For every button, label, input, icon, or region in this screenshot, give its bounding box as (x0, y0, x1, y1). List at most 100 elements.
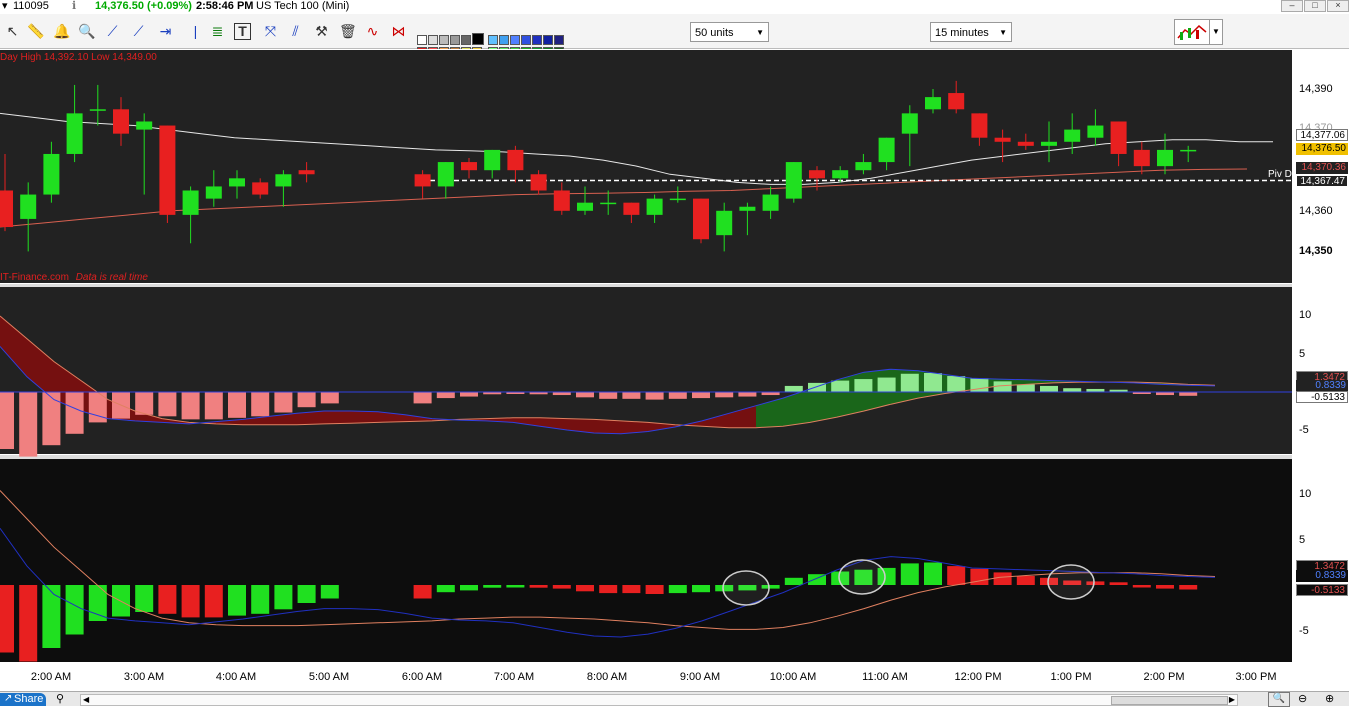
oscillator-bar (692, 392, 710, 399)
osc-tick: -5 (1299, 424, 1309, 436)
oscillator-bar (576, 392, 594, 398)
candle-body (113, 109, 129, 134)
momentum-bar (692, 585, 710, 593)
zoom-in-icon[interactable]: ⊕ (1325, 692, 1334, 705)
oscillator-bar (228, 392, 246, 418)
price-tick: 14,350 (1299, 245, 1333, 257)
chart-drawing (0, 80, 1292, 662)
oscillator-bar (645, 392, 664, 400)
osc-tag-c: -0.5133 (1296, 391, 1348, 403)
candle-body (136, 121, 153, 130)
share-icon: ↗ (4, 693, 13, 704)
candle-body (1110, 121, 1127, 154)
pin-icon[interactable]: ⚲ (56, 692, 64, 705)
highlight-circle (722, 570, 770, 606)
candle-body (530, 174, 547, 191)
time-tick: 2:00 AM (30, 671, 72, 683)
oscillator-bar (622, 392, 641, 399)
momentum-bar (576, 585, 594, 592)
oscillator-bar (204, 392, 223, 420)
candle-body (623, 202, 640, 215)
candle-body (159, 125, 176, 215)
candle-body (275, 174, 292, 187)
oscillator-bar (181, 392, 200, 420)
candle-body (20, 194, 37, 219)
momentum-bar (460, 585, 478, 591)
watermark: IT-Finance.com Data is real time (0, 272, 148, 283)
watermark-brand: IT-Finance.com (0, 272, 69, 283)
watermark-note: Data is real time (75, 272, 148, 283)
momentum-bar (413, 585, 432, 599)
candle-body (1157, 149, 1173, 167)
price-tick: 14,390 (1299, 83, 1333, 95)
momentum-bar (181, 585, 200, 618)
candle-body (762, 194, 779, 211)
candle-body (461, 162, 477, 171)
scroll-left-icon[interactable]: ◀ (83, 695, 89, 704)
candle-body (1087, 125, 1104, 138)
highlight-circle (1047, 564, 1095, 600)
pivot-label: Piv D (1268, 169, 1292, 180)
momentum-bar (599, 585, 618, 594)
oscillator-bar (19, 392, 38, 457)
oscillator-bar (924, 373, 942, 392)
momentum-bar (42, 585, 61, 648)
candle-body (994, 137, 1011, 142)
osc2-tick: 10 (1299, 488, 1312, 500)
momentum-bar (784, 577, 803, 585)
scroll-right-icon[interactable]: ▶ (1229, 695, 1235, 704)
oscillator-bar (738, 392, 757, 397)
time-tick: 3:00 PM (1235, 671, 1277, 683)
momentum-bar (622, 585, 641, 594)
momentum-bar (993, 572, 1012, 585)
momentum-bar (88, 585, 107, 621)
zoom-out-icon[interactable]: ⊖ (1298, 692, 1307, 705)
candle-body (901, 113, 918, 134)
day-high-low: Day High 14,392.10 Low 14,349.00 (0, 52, 157, 63)
horizontal-scrollbar[interactable]: ◀ ▶ (80, 694, 1238, 706)
oscillator-bar (274, 392, 293, 413)
candle-body (1041, 141, 1057, 146)
candle-body (205, 186, 222, 199)
oscillator-bar (784, 385, 803, 392)
momentum-bar (506, 585, 525, 588)
oscillator-bar (715, 392, 734, 398)
osc2-tag-c: -0.5133 (1296, 584, 1348, 596)
oscillator-bar (65, 392, 84, 434)
candle-body (43, 153, 60, 195)
momentum-bar (1156, 585, 1174, 589)
candle-body (484, 149, 501, 171)
momentum-bar (251, 585, 270, 614)
oscillator-bar (436, 392, 455, 399)
candle-body (229, 178, 245, 187)
candle-body (855, 162, 872, 171)
oscillator-bar (831, 380, 850, 392)
time-tick: 1:00 PM (1050, 671, 1092, 683)
candle-body (1017, 141, 1034, 146)
candle-body (66, 113, 83, 154)
momentum-bar (970, 568, 989, 585)
status-bar: Share ↗ ⚲ ◀ ▶ 🔍 ⊖ ⊕ (0, 691, 1349, 707)
momentum-bar (552, 585, 571, 589)
momentum-bar (135, 585, 154, 612)
time-tick: 8:00 AM (586, 671, 628, 683)
candle-body (577, 202, 593, 211)
ma-white-price-tag: 14,377.06 (1296, 129, 1348, 141)
oscillator-bar (1040, 385, 1058, 392)
candle-body (693, 198, 709, 240)
scrollbar-thumb[interactable] (1111, 696, 1228, 705)
oscillator-bar (460, 392, 478, 397)
oscillator-bar (599, 392, 618, 399)
oscillator-bar (413, 392, 432, 404)
time-tick: 12:00 PM (954, 671, 1002, 683)
candle-body (716, 210, 733, 236)
candle-body (437, 162, 454, 187)
momentum-bar (274, 585, 293, 610)
pivot-price-tag: 14,367.47 (1296, 175, 1348, 187)
time-tick: 10:00 AM (769, 671, 817, 683)
time-tick: 11:00 AM (862, 671, 908, 683)
candle-body (553, 190, 570, 211)
candle-body (298, 170, 315, 175)
momentum-bar (65, 585, 84, 635)
momentum-bar (483, 585, 502, 588)
